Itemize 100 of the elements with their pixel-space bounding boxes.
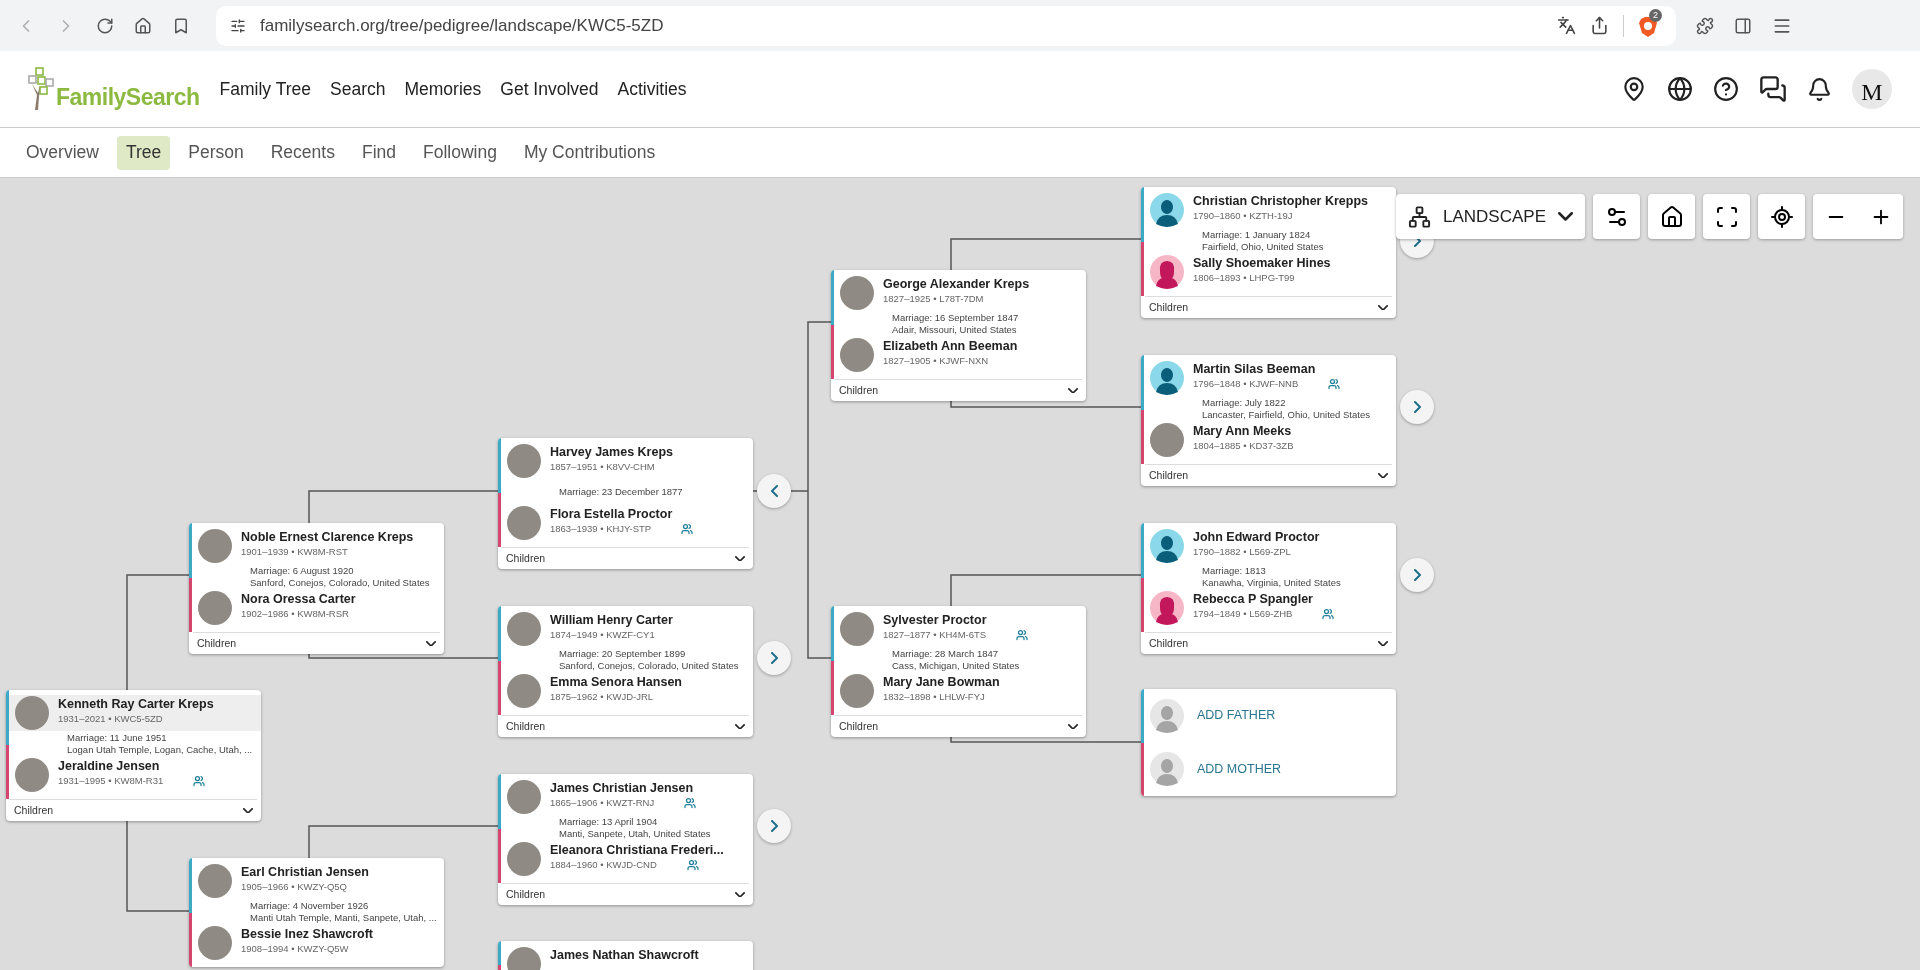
female-avatar-icon xyxy=(1150,255,1184,289)
marriage-date: Marriage: 6 August 1920 xyxy=(250,565,355,577)
person-name[interactable]: Mary Jane Bowman xyxy=(883,674,1000,690)
person-name[interactable]: George Alexander Kreps xyxy=(883,276,1030,292)
person-name[interactable]: Martin Silas Beeman xyxy=(1193,361,1341,377)
address-bar[interactable]: familysearch.org/tree/pedigree/landscape/KWC5-5ZD 2 xyxy=(216,5,1676,46)
photo-placeholder xyxy=(198,864,232,898)
children-dropdown[interactable]: Children xyxy=(835,379,1082,401)
person-name[interactable]: Christian Christopher Krepps xyxy=(1193,193,1369,209)
people-icon[interactable] xyxy=(684,797,697,809)
children-dropdown[interactable]: Children xyxy=(502,715,749,737)
marriage-date: Marriage: 13 April 1904 xyxy=(559,816,659,828)
sidebar-icon[interactable] xyxy=(1734,16,1752,35)
marriage-place: Sanford, Conejos, Colorado, United States xyxy=(250,577,431,589)
person-name[interactable]: Bessie Inez Shawcroft xyxy=(241,926,373,942)
children-dropdown[interactable]: Children xyxy=(502,547,749,569)
user-avatar[interactable]: M xyxy=(1852,69,1892,109)
subnav-tab[interactable]: Overview xyxy=(17,135,108,170)
person-name[interactable]: William Henry Carter xyxy=(550,612,673,628)
translate-icon[interactable] xyxy=(1557,16,1576,35)
map-pin-icon[interactable] xyxy=(1621,76,1647,102)
person-name[interactable]: Harvey James Kreps xyxy=(550,444,673,460)
subnav-tab[interactable]: Tree xyxy=(116,135,171,170)
chat-icon[interactable] xyxy=(1759,75,1787,103)
people-icon[interactable] xyxy=(1322,608,1335,620)
logo-text: FamilySearch xyxy=(56,83,200,111)
person-name[interactable]: James Christian Jensen xyxy=(550,780,697,796)
person-name[interactable]: Flora Estella Proctor xyxy=(550,506,694,522)
people-icon[interactable] xyxy=(681,523,694,535)
children-dropdown[interactable]: Children xyxy=(1145,632,1392,654)
marriage-date: Marriage: 1 January 1824 xyxy=(1202,229,1312,241)
people-icon[interactable] xyxy=(686,859,699,871)
children-dropdown[interactable]: Children xyxy=(835,715,1082,737)
person-name[interactable]: Elizabeth Ann Beeman xyxy=(883,338,1018,354)
nav-link[interactable]: Family Tree xyxy=(219,75,311,103)
person-name[interactable]: John Edward Proctor xyxy=(1193,529,1320,545)
subnav-tab[interactable]: My Contributions xyxy=(514,135,665,170)
person-name[interactable]: Nora Oressa Carter xyxy=(241,591,356,607)
marriage-place: Lancaster, Fairfield, Ohio, United States xyxy=(1202,409,1371,421)
person-name[interactable]: Sylvester Proctor xyxy=(883,612,1029,628)
settings-button[interactable] xyxy=(1593,194,1640,239)
children-dropdown[interactable]: Children xyxy=(1145,464,1392,486)
subnav-tab[interactable]: Following xyxy=(414,135,506,170)
globe-icon[interactable] xyxy=(1667,76,1693,102)
photo-placeholder xyxy=(15,758,49,792)
person-name[interactable]: Mary Ann Meeks xyxy=(1193,423,1294,439)
view-dropdown[interactable]: LANDSCAPE xyxy=(1396,194,1585,239)
marriage-place: Kanawha, Virginia, United States xyxy=(1202,577,1342,589)
fullscreen-button[interactable] xyxy=(1703,194,1750,239)
person-dates-id: 1865–1906 • KWZT-RNJ xyxy=(550,796,655,810)
chevron-down-icon xyxy=(735,891,745,898)
locate-button[interactable] xyxy=(1758,194,1805,239)
site-settings-icon[interactable] xyxy=(230,17,246,34)
bookmark-icon[interactable] xyxy=(172,16,190,35)
photo-placeholder xyxy=(840,612,874,646)
subnav-tab[interactable]: Person xyxy=(179,135,253,170)
help-icon[interactable] xyxy=(1713,76,1739,102)
person-name[interactable]: James Nathan Shawcroft xyxy=(550,947,699,963)
nav-link[interactable]: Search xyxy=(330,75,386,103)
people-icon[interactable] xyxy=(193,775,206,787)
share-icon[interactable] xyxy=(1590,16,1609,35)
person-dates-id: 1875–1962 • KWJD-JRL xyxy=(550,690,654,704)
person-dates-id: 1790–1882 • L569-ZPL xyxy=(1193,545,1291,559)
photo-placeholder xyxy=(507,842,541,876)
person-name[interactable]: Jeraldine Jensen xyxy=(58,758,206,774)
bell-icon[interactable] xyxy=(1807,76,1832,102)
reload-icon[interactable] xyxy=(96,16,114,35)
person-name[interactable]: Rebecca P Spangler xyxy=(1193,591,1335,607)
add-father-link[interactable]: ADD FATHER xyxy=(1197,706,1276,726)
person-dates-id: 1931–2021 • KWC5-5ZD xyxy=(58,712,163,726)
nav-link[interactable]: Activities xyxy=(617,75,687,103)
person-dates-id: 1827–1905 • KJWF-NXN xyxy=(883,354,989,368)
people-icon[interactable] xyxy=(1016,629,1029,641)
home-icon[interactable] xyxy=(134,16,152,35)
children-dropdown[interactable]: Children xyxy=(193,632,440,654)
marriage-place: Logan Utah Temple, Logan, Cache, Utah, ... xyxy=(67,744,254,756)
extensions-icon[interactable] xyxy=(1696,16,1714,35)
photo-placeholder xyxy=(840,674,874,708)
people-icon[interactable] xyxy=(1328,378,1341,390)
children-dropdown[interactable]: Children xyxy=(10,799,257,821)
person-name[interactable]: Eleanora Christiana Frederi... xyxy=(550,842,724,858)
person-dates-id: 1827–1877 • KH4M-6TS xyxy=(883,628,987,642)
marriage-date: Marriage: 23 December 1877 xyxy=(559,486,684,498)
chevron-down-icon xyxy=(1068,387,1078,394)
marriage-place: Sanford, Conejos, Colorado, United States xyxy=(559,660,740,672)
nav-link[interactable]: Memories xyxy=(404,75,482,103)
chevron-down-icon xyxy=(1378,472,1388,479)
person-name[interactable]: Noble Ernest Clarence Kreps xyxy=(241,529,414,545)
person-name[interactable]: Earl Christian Jensen xyxy=(241,864,369,880)
nav-link[interactable]: Get Involved xyxy=(500,75,599,103)
children-dropdown[interactable]: Children xyxy=(1145,296,1392,318)
add-mother-link[interactable]: ADD MOTHER xyxy=(1197,759,1282,779)
person-name[interactable]: Emma Senora Hansen xyxy=(550,674,682,690)
person-name[interactable]: Sally Shoemaker Hines xyxy=(1193,255,1331,271)
subnav-tab[interactable]: Recents xyxy=(261,135,344,170)
children-dropdown[interactable]: Children xyxy=(502,883,749,905)
photo-placeholder xyxy=(840,338,874,372)
home-button[interactable] xyxy=(1648,194,1695,239)
subnav-tab[interactable]: Find xyxy=(352,135,405,170)
person-name[interactable]: Kenneth Ray Carter Kreps xyxy=(58,696,214,712)
